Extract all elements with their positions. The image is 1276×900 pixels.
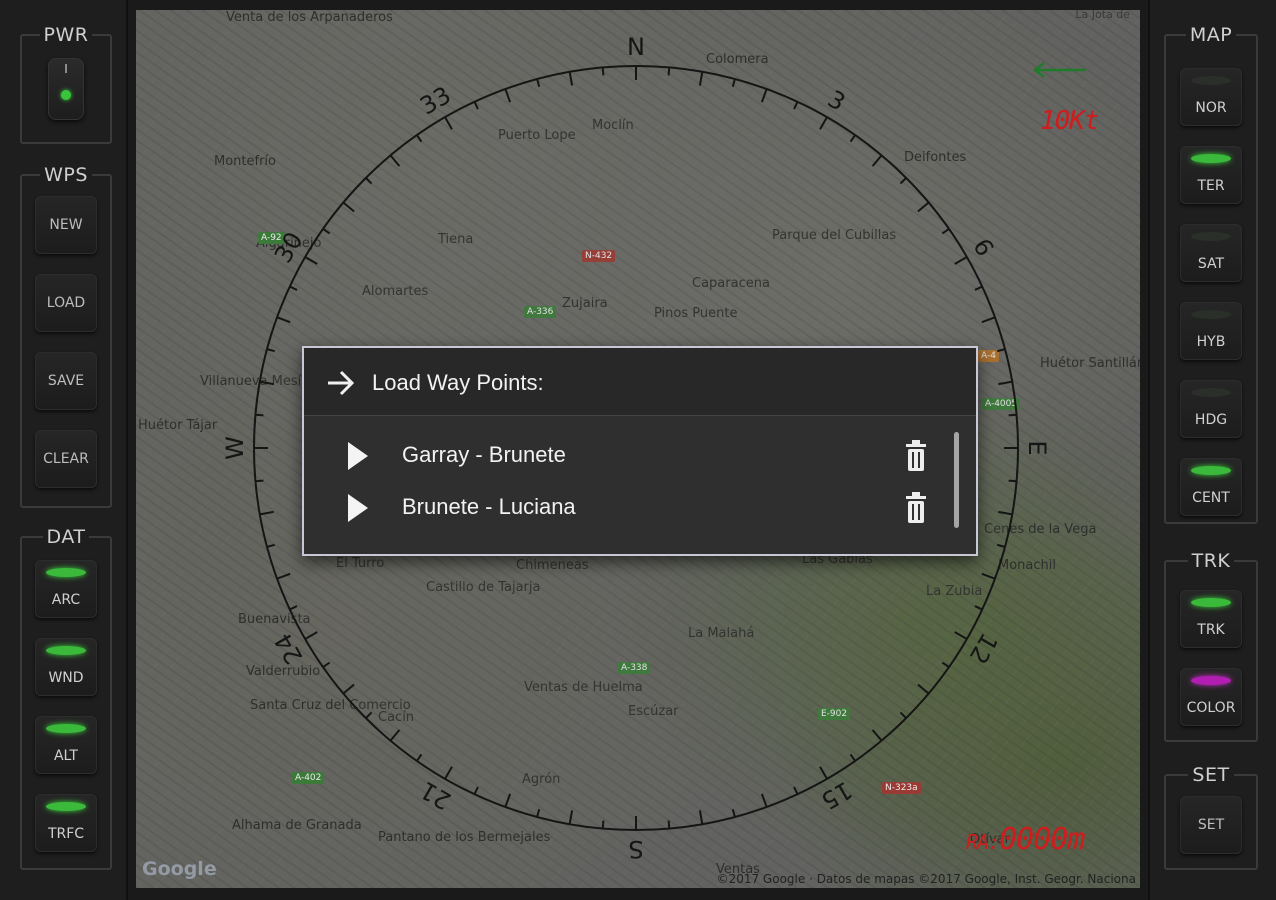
compass-label: 3 (823, 85, 850, 117)
save-button[interactable]: SAVE (35, 352, 97, 410)
efb-screen: PWR I WPS NEW LOAD SAVE CLEAR DAT ARC WN… (0, 0, 1276, 900)
load-label: LOAD (46, 295, 86, 311)
alt-led (46, 724, 86, 733)
arc-button[interactable]: ARC (35, 560, 97, 618)
compass-tick (1008, 479, 1017, 483)
hyb-led (1191, 310, 1231, 319)
nor-led (1191, 76, 1231, 85)
trfc-led (46, 802, 86, 811)
load-waypoints-dialog: Load Way Points: Garray - Brunete Brunet… (302, 346, 978, 556)
map-group: MAP NOR TER SAT HYB HDG CENT (1164, 24, 1258, 524)
nor-button[interactable]: NOR (1180, 68, 1242, 126)
play-icon (348, 442, 368, 470)
compass-label: N (627, 33, 645, 61)
dat-group: DAT ARC WND ALT TRFC (20, 526, 112, 870)
new-label: NEW (49, 217, 83, 233)
set-label: SET (1197, 817, 1225, 833)
set-title: SET (1188, 764, 1234, 786)
trk-label: TRK (1197, 622, 1225, 638)
compass-tick (255, 479, 264, 483)
compass-label: W (221, 436, 249, 460)
compass-tick (601, 67, 605, 76)
compass-tick (667, 820, 671, 829)
sat-led (1191, 232, 1231, 241)
wnd-button[interactable]: WND (35, 638, 97, 696)
trfc-button[interactable]: TRFC (35, 794, 97, 852)
ter-led (1191, 154, 1231, 163)
pwr-title: PWR (39, 24, 93, 46)
hdg-label: HDG (1194, 412, 1228, 428)
trk-led (1191, 598, 1231, 607)
set-group: SET SET (1164, 764, 1258, 870)
trfc-label: TRFC (47, 826, 85, 842)
arc-led (46, 568, 86, 577)
range-readout: RA:0000m (966, 822, 1085, 857)
arc-label: ARC (51, 592, 81, 608)
sat-label: SAT (1197, 256, 1225, 272)
waypoint-list-item[interactable]: Brunete - Luciana (304, 482, 944, 534)
compass-label: S (628, 835, 643, 863)
cent-button[interactable]: CENT (1180, 458, 1242, 516)
save-label: SAVE (47, 373, 85, 389)
map-title: MAP (1185, 24, 1237, 46)
power-switch[interactable]: I (48, 58, 84, 120)
wind-arrow-icon (1032, 62, 1086, 78)
compass-tick (601, 820, 605, 829)
compass-label: E (1023, 440, 1051, 455)
wnd-label: WND (48, 670, 84, 686)
right-control-panel: MAP NOR TER SAT HYB HDG CENT TRK TRK COL… (1148, 0, 1276, 900)
trk-title: TRK (1187, 550, 1235, 572)
ter-label: TER (1197, 178, 1225, 194)
speed-readout: 10Kt (1040, 106, 1100, 136)
compass-tick (255, 413, 264, 417)
wnd-led (46, 646, 86, 655)
hdg-led (1191, 388, 1231, 397)
power-led (61, 90, 71, 100)
dialog-title: Load Way Points: (372, 370, 544, 395)
dialog-scrollbar[interactable] (954, 432, 959, 528)
left-control-panel: PWR I WPS NEW LOAD SAVE CLEAR DAT ARC WN… (0, 0, 128, 900)
ter-button[interactable]: TER (1180, 146, 1242, 204)
alt-button[interactable]: ALT (35, 716, 97, 774)
color-button[interactable]: COLOR (1180, 668, 1242, 726)
dat-title: DAT (42, 526, 90, 548)
trash-icon[interactable] (904, 440, 928, 472)
compass-label: 6 (967, 234, 999, 261)
trash-icon[interactable] (904, 492, 928, 524)
set-button[interactable]: SET (1180, 796, 1242, 854)
waypoint-list-item[interactable]: Garray - Brunete (304, 430, 944, 482)
cent-led (1191, 466, 1231, 475)
hyb-button[interactable]: HYB (1180, 302, 1242, 360)
sat-button[interactable]: SAT (1180, 224, 1242, 282)
color-led (1191, 676, 1231, 685)
waypoint-name: Garray - Brunete (402, 442, 566, 467)
nor-label: NOR (1195, 100, 1227, 116)
compass-tick (667, 67, 671, 76)
power-switch-mark: I (64, 62, 68, 76)
wps-group: WPS NEW LOAD SAVE CLEAR (20, 164, 112, 508)
compass-tick (1008, 413, 1017, 417)
hyb-label: HYB (1196, 334, 1226, 350)
clear-label: CLEAR (43, 451, 89, 467)
google-logo: Google (142, 858, 217, 880)
play-icon (348, 494, 368, 522)
waypoint-name: Brunete - Luciana (402, 494, 576, 519)
range-value: 0000m (999, 822, 1085, 857)
color-label: COLOR (1186, 700, 1236, 716)
cent-label: CENT (1192, 490, 1230, 506)
range-prefix: RA: (966, 830, 1000, 854)
hdg-button[interactable]: HDG (1180, 380, 1242, 438)
map-attribution[interactable]: ©2017 Google · Datos de mapas ©2017 Goog… (717, 872, 1136, 886)
wps-title: WPS (40, 164, 92, 186)
load-button[interactable]: LOAD (35, 274, 97, 332)
pwr-group: PWR I (20, 24, 112, 144)
alt-label: ALT (53, 748, 78, 764)
trk-button[interactable]: TRK (1180, 590, 1242, 648)
clear-button[interactable]: CLEAR (35, 430, 97, 488)
new-button[interactable]: NEW (35, 196, 97, 254)
trk-group: TRK TRK COLOR (1164, 550, 1258, 742)
arrow-right-icon (328, 370, 355, 396)
dialog-header: Load Way Points: (304, 348, 976, 416)
